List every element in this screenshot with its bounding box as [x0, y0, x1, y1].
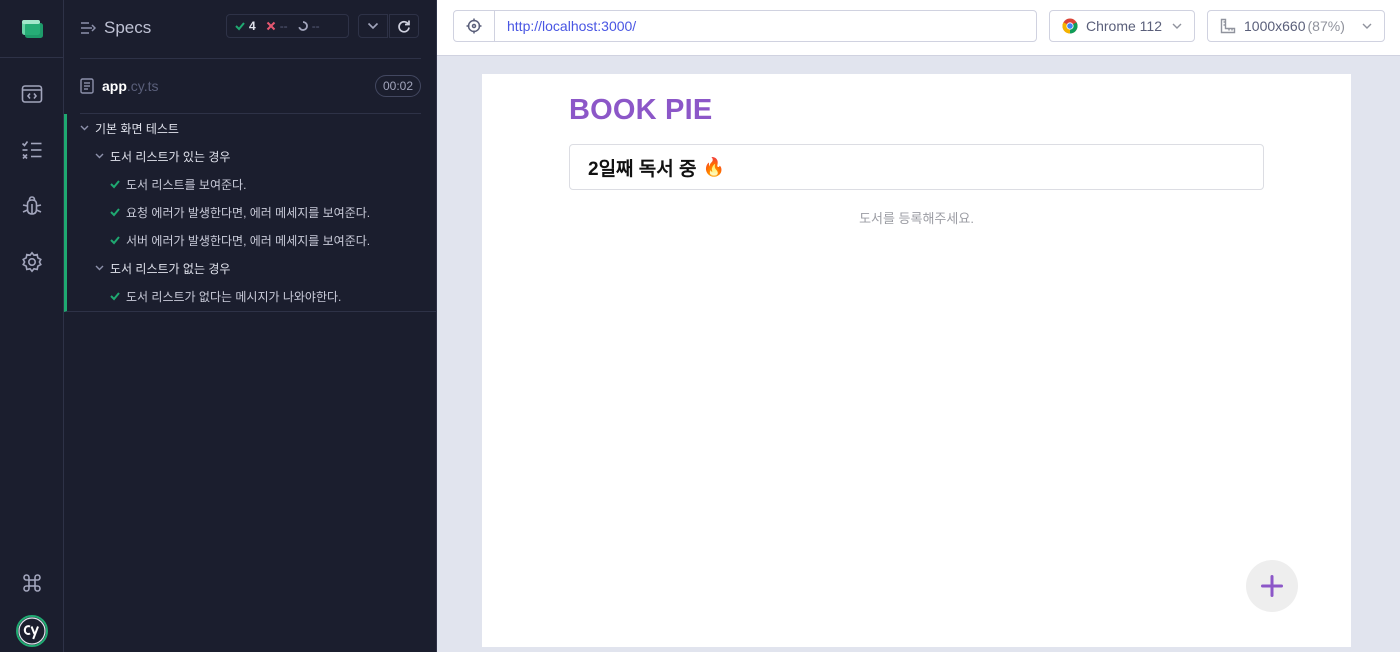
- reading-status-text: 2일째 독서 중: [588, 158, 697, 180]
- chevron-down-icon: [95, 265, 104, 271]
- rail-logo[interactable]: [0, 0, 63, 58]
- suite-item[interactable]: 도서 리스트가 있는 경우: [95, 144, 230, 168]
- test-item[interactable]: 도서 리스트를 보여준다.: [110, 172, 246, 196]
- test-title: 도서 리스트가 없다는 메시지가 나와야한다.: [126, 289, 342, 304]
- chevron-down-icon: [1362, 23, 1372, 29]
- add-book-button[interactable]: [1246, 560, 1298, 612]
- url-text: http://localhost:3000/: [507, 18, 637, 34]
- plus-icon: [1261, 575, 1283, 597]
- chevron-down-icon: [80, 125, 89, 131]
- check-icon: [110, 180, 120, 189]
- nav-rail: [0, 0, 64, 652]
- browser-toolbar: http://localhost:3000/ Chrome 112 1000x6…: [437, 0, 1400, 56]
- command-key-icon: [22, 574, 41, 592]
- suite-title: 도서 리스트가 있는 경우: [110, 149, 231, 164]
- selector-playground-button[interactable]: [454, 11, 495, 41]
- suite-item[interactable]: 도서 리스트가 없는 경우: [95, 256, 230, 280]
- spec-file-extension: .cy.ts: [126, 78, 159, 94]
- check-icon: [110, 292, 120, 301]
- failed-count: --: [279, 19, 288, 33]
- rail-specs-button[interactable]: [0, 66, 63, 122]
- rail-settings-button[interactable]: [0, 234, 63, 290]
- suite-root[interactable]: 기본 화면 테스트: [80, 116, 179, 140]
- check-icon: [110, 208, 120, 217]
- viewport-size: 1000x660: [1244, 18, 1306, 34]
- app-window-icon: [21, 19, 43, 38]
- test-item[interactable]: 요청 에러가 발생한다면, 에러 메세지를 보여준다.: [110, 200, 370, 224]
- chevron-down-icon: [1172, 23, 1182, 29]
- code-window-icon: [21, 85, 42, 103]
- test-title: 요청 에러가 발생한다면, 에러 메세지를 보여준다.: [126, 205, 371, 220]
- spec-duration-badge: 00:02: [374, 75, 421, 97]
- bug-icon: [22, 196, 41, 215]
- spec-file-name: app: [102, 78, 127, 94]
- browser-selector[interactable]: Chrome 112: [1049, 10, 1195, 42]
- check-icon: [235, 22, 245, 31]
- suite-title: 도서 리스트가 없는 경우: [110, 261, 231, 276]
- specs-panel: Specs 4 -- -- app .cy.ts 00:02 기본 화면 테스트…: [64, 0, 437, 652]
- run-options-dropdown-button[interactable]: [358, 14, 388, 38]
- cypress-logo-icon: [15, 615, 48, 647]
- test-stats: 4 -- --: [226, 14, 349, 38]
- test-title: 도서 리스트를 보여준다.: [126, 177, 247, 192]
- pending-count: --: [311, 19, 320, 33]
- pending-stat: --: [298, 19, 320, 33]
- document-icon: [80, 78, 94, 94]
- fire-emoji: 🔥: [702, 156, 725, 177]
- viewport-selector[interactable]: 1000x660 (87%): [1207, 10, 1385, 42]
- test-item[interactable]: 서버 에러가 발생한다면, 에러 메세지를 보여준다.: [110, 228, 370, 252]
- spec-file-row[interactable]: app .cy.ts 00:02: [80, 72, 421, 100]
- chrome-icon: [1062, 18, 1078, 34]
- suite-root-title: 기본 화면 테스트: [95, 121, 179, 136]
- check-icon: [110, 236, 120, 245]
- failed-stat: --: [266, 19, 288, 33]
- crosshair-icon: [466, 18, 482, 34]
- empty-list-message: 도서를 등록해주세요.: [859, 211, 974, 226]
- viewport-zoom: (87%): [1307, 18, 1345, 34]
- app-title: BOOK PIE: [569, 94, 713, 126]
- rail-cypress-logo[interactable]: [0, 603, 63, 652]
- passed-count: 4: [249, 19, 256, 33]
- gear-icon: [21, 251, 42, 273]
- specs-header: Specs 4 -- --: [64, 0, 437, 58]
- refresh-icon: [398, 20, 410, 33]
- test-list-icon: [21, 141, 41, 160]
- test-tree: 기본 화면 테스트 도서 리스트가 있는 경우 도서 리스트를 보여준다. 요청…: [64, 114, 437, 312]
- chevron-down-icon: [367, 22, 379, 30]
- main-area: http://localhost:3000/ Chrome 112 1000x6…: [437, 0, 1400, 652]
- browser-name: Chrome 112: [1086, 18, 1163, 34]
- cross-icon: [266, 21, 275, 31]
- specs-list-icon: [81, 22, 96, 34]
- specs-label: Specs: [104, 18, 152, 37]
- url-bar[interactable]: http://localhost:3000/: [453, 10, 1037, 42]
- rail-runs-button[interactable]: [0, 122, 63, 178]
- test-item[interactable]: 도서 리스트가 없다는 메시지가 나와야한다.: [110, 284, 341, 308]
- rail-debug-button[interactable]: [0, 178, 63, 234]
- ruler-icon: [1220, 18, 1236, 34]
- header-divider: [80, 58, 421, 59]
- rerun-button[interactable]: [389, 14, 419, 38]
- app-preview: BOOK PIE 2일째 독서 중 🔥 도서를 등록해주세요.: [482, 74, 1351, 647]
- test-title: 서버 에러가 발생한다면, 에러 메세지를 보여준다.: [126, 233, 371, 248]
- chevron-down-icon: [95, 153, 104, 159]
- specs-title[interactable]: Specs: [80, 16, 151, 40]
- pending-spinner-icon: [298, 21, 308, 31]
- reading-status-box: 2일째 독서 중 🔥: [569, 144, 1264, 190]
- passed-stat: 4: [235, 19, 256, 33]
